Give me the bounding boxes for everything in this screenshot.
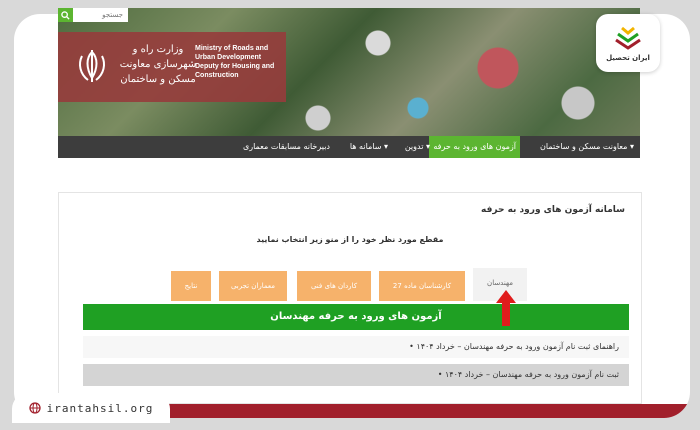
book-icon <box>615 26 641 50</box>
logo-text: ایران تحصیل <box>606 54 650 62</box>
nav-item-compilation[interactable]: تدوین ▾ <box>405 136 430 158</box>
header-search <box>58 8 128 22</box>
list-item[interactable]: • ثبت نام آزمون ورود به حرفه مهندسان – خ… <box>83 364 629 386</box>
nav-item-exams[interactable]: آزمون های ورود به حرفه <box>429 136 520 158</box>
irantahsil-logo: ایران تحصیل <box>596 14 660 72</box>
site-url: irantahsil.org <box>46 401 154 415</box>
nav-item-architecture[interactable]: دبیرخانه مسابقات معماری <box>243 136 330 158</box>
exam-card: سامانه آزمون های ورود به حرفه مقطع مورد … <box>58 192 642 404</box>
chevron-down-icon: ▾ <box>425 142 430 151</box>
nav-item-label: سامانه ها <box>349 142 382 151</box>
search-button[interactable] <box>58 8 73 22</box>
globe-icon <box>28 402 41 414</box>
site-header: وزارت راه و شهرسازی معاونت مسکن و ساختما… <box>58 8 640 136</box>
page-title: سامانه آزمون های ورود به حرفه <box>481 205 625 215</box>
tab-technicians[interactable]: کاردان های فنی <box>297 271 371 301</box>
nav-item-label: معاونت مسکن و ساختمان <box>540 142 628 151</box>
tab-article27[interactable]: کارشناسان ماده 27 <box>379 271 465 301</box>
red-arrow-icon <box>496 290 516 326</box>
nav-item-label: آزمون های ورود به حرفه <box>433 142 516 151</box>
list-item[interactable]: • راهنمای ثبت نام آزمون ورود به حرفه مهن… <box>83 336 629 358</box>
page-subtitle: مقطع مورد نظر خود را از منو زیر انتخاب ن… <box>256 235 444 244</box>
brand-name-fa: وزارت راه و شهرسازی معاونت مسکن و ساختما… <box>119 44 197 85</box>
brand-box: وزارت راه و شهرسازی معاونت مسکن و ساختما… <box>58 32 286 102</box>
site-url-tag: irantahsil.org <box>12 393 170 423</box>
chevron-down-icon: ▾ <box>383 142 388 151</box>
search-input[interactable] <box>74 8 126 22</box>
tab-architects[interactable]: معماران تجربی <box>219 271 287 301</box>
nav-item-systems[interactable]: سامانه ها ▾ <box>350 136 388 158</box>
tab-results[interactable]: نتایج <box>171 271 211 301</box>
nav-item-label: دبیرخانه مسابقات معماری <box>242 142 330 151</box>
brand-name-en: Ministry of Roads and Urban Development … <box>195 45 275 79</box>
chevron-down-icon: ▾ <box>629 142 634 151</box>
search-icon <box>61 10 70 20</box>
nav-item-housing[interactable]: معاونت مسکن و ساختمان ▾ <box>540 136 634 158</box>
exam-tabs: مهندسان کارشناسان ماده 27 کاردان های فنی… <box>59 265 641 301</box>
main-nav: معاونت مسکن و ساختمان ▾ آزمون های ورود ب… <box>58 136 640 158</box>
section-title: آزمون های ورود به حرفه مهندسان <box>83 304 629 330</box>
iran-emblem-icon <box>79 50 105 82</box>
nav-item-label: تدوین <box>404 142 424 151</box>
